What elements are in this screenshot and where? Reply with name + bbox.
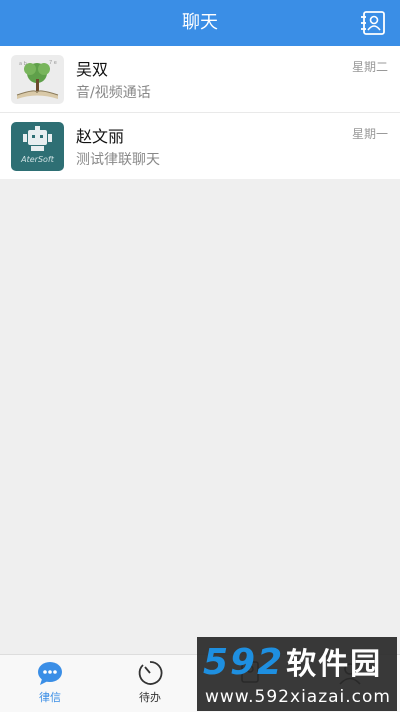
robot-logo-avatar: AterSoft	[11, 122, 64, 171]
person-icon	[339, 663, 361, 685]
timer-icon	[138, 661, 163, 685]
chat-time: 星期二	[351, 60, 388, 74]
svg-text:a b: a b	[19, 61, 27, 67]
tab-daiban[interactable]: 待办	[100, 655, 200, 712]
tree-book-avatar: a b 7 e	[11, 55, 64, 104]
tab-me[interactable]	[300, 655, 400, 712]
avatar-logo-text: AterSoft	[20, 155, 55, 164]
chat-time: 星期一	[351, 127, 388, 141]
tab-label: 律信	[39, 691, 61, 704]
bottom-tab-bar: 律信 待办	[0, 654, 400, 712]
contacts-icon	[241, 661, 259, 683]
page-title: 聊天	[182, 12, 218, 33]
chat-list: a b 7 e 吴双 音/视频通话 星期二 AterSoft 赵文丽 测试律联聊…	[0, 46, 400, 179]
chat-name: 赵文丽	[76, 127, 125, 146]
avatar: AterSoft	[11, 122, 64, 171]
top-nav-bar: 聊天	[0, 0, 400, 46]
svg-text:7 e: 7 e	[49, 60, 57, 66]
tab-label: 待办	[139, 691, 161, 704]
avatar: a b 7 e	[11, 55, 64, 104]
chat-preview: 音/视频通话	[76, 85, 151, 101]
tab-contacts[interactable]	[200, 655, 300, 712]
contacts-book-icon	[361, 11, 385, 35]
tab-lvxin[interactable]: 律信	[0, 655, 100, 712]
chat-item[interactable]: AterSoft 赵文丽 测试律联聊天 星期一	[0, 113, 400, 179]
contacts-button[interactable]	[360, 11, 386, 35]
chat-bubble-icon	[38, 662, 62, 685]
chat-name: 吴双	[76, 60, 109, 79]
chat-preview: 测试律联聊天	[76, 152, 160, 168]
chat-item[interactable]: a b 7 e 吴双 音/视频通话 星期二	[0, 46, 400, 113]
